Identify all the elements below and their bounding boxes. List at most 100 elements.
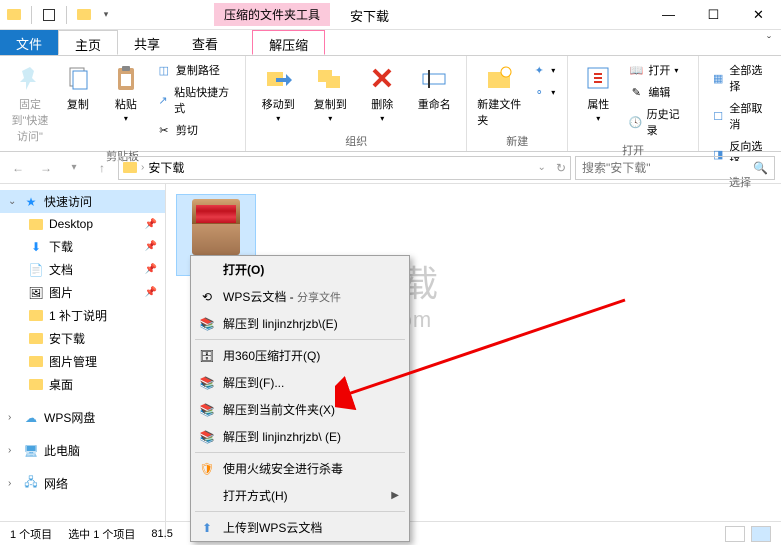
ribbon-tabs: 文件 主页 共享 查看 解压缩 ˇ [0,30,781,56]
cut-button[interactable]: ✂剪切 [152,120,237,140]
sidebar-item-patch[interactable]: 1 补丁说明 [0,304,165,327]
status-size: 81.5 [151,528,172,540]
folder-icon [28,216,44,232]
chevron-down-icon[interactable]: ⌄ [538,162,546,173]
menu-item-upload-wps[interactable]: ⬆上传到WPS云文档 [191,514,409,541]
menu-item-extract-to-1[interactable]: 📚解压到 linjinzhrjzb\(E) [191,310,409,337]
menu-item-extract-here[interactable]: 📚解压到当前文件夹(X) [191,396,409,423]
rename-icon [418,62,450,94]
copy-icon [62,62,94,94]
open-button[interactable]: 📖打开▾ [624,60,690,80]
rename-button[interactable]: 重命名 [410,60,458,114]
sidebar-item-this-pc[interactable]: ›🖥此电脑 [0,439,165,462]
recent-dropdown[interactable]: ▾ [62,156,86,180]
pin-to-quick-access-button[interactable]: 固定到"快速访问" [8,60,52,146]
properties-icon [582,62,614,94]
breadcrumb-segment[interactable]: 安下载 [148,159,184,176]
caret-icon: ⌄ [8,196,18,207]
minimize-button[interactable]: — [646,0,691,30]
forward-button[interactable]: → [34,156,58,180]
menu-item-open-with[interactable]: 打开方式(H)▶ [191,482,409,509]
tab-view[interactable]: 查看 [176,30,234,55]
easy-access-button[interactable]: ⚬▾ [527,82,559,102]
select-all-button[interactable]: ▦全部选择 [707,60,773,96]
menu-separator [195,339,405,340]
view-details-button[interactable] [725,526,745,542]
context-menu: 打开(O) ⟲WPS云文档 - 分享文件 📚解压到 linjinzhrjzb\(… [190,255,410,542]
select-none-button[interactable]: ☐全部取消 [707,98,773,134]
new-folder-button[interactable]: 新建文件夹 [475,60,523,130]
folder-icon [123,162,137,173]
sidebar-item-documents[interactable]: 📄文档📌 [0,258,165,281]
group-label: 组织 [254,131,458,151]
move-to-button[interactable]: 移动到▾ [254,60,302,125]
titlebar: ▾ 压缩的文件夹工具 安下载 — ☐ ✕ [0,0,781,30]
ribbon-group-organize: 移动到▾ 复制到▾ 删除▾ 重命名 组织 [246,56,467,151]
chevron-down-icon: ▾ [596,114,600,123]
close-button[interactable]: ✕ [736,0,781,30]
refresh-icon[interactable]: ↻ [556,161,566,175]
picture-icon: 🖼 [28,285,44,301]
menu-separator [195,511,405,512]
sidebar-item-pic-mgmt[interactable]: 图片管理 [0,350,165,373]
tab-extract[interactable]: 解压缩 [252,30,325,55]
tab-home[interactable]: 主页 [58,30,118,55]
status-item-count: 1 个项目 [10,526,52,542]
copy-to-button[interactable]: 复制到▾ [306,60,354,125]
folder-icon [6,7,22,23]
delete-icon [366,62,398,94]
paste-shortcut-button[interactable]: ↗粘贴快捷方式 [152,82,237,118]
copy-path-button[interactable]: ◫复制路径 [152,60,237,80]
archive-icon: 📚 [199,429,215,445]
sidebar-item-network[interactable]: ›🖧网络 [0,472,165,495]
easy-access-icon: ⚬ [531,84,547,100]
menu-item-open-360[interactable]: 🗄用360压缩打开(Q) [191,342,409,369]
menu-item-huorong[interactable]: 🛡使用火绒安全进行杀毒 [191,455,409,482]
delete-button[interactable]: 删除▾ [358,60,406,125]
open-icon: 📖 [628,62,644,78]
history-button[interactable]: 🕓历史记录 [624,104,690,140]
folder-icon [28,308,44,324]
up-button[interactable]: ↑ [90,156,114,180]
view-large-icons-button[interactable] [751,526,771,542]
ribbon-group-new: 新建文件夹 ✦▾ ⚬▾ 新建 [467,56,568,151]
sidebar-item-quick-access[interactable]: ⌄★快速访问 [0,190,165,213]
ribbon-group-open: 属性▾ 📖打开▾ ✎编辑 🕓历史记录 打开 [568,56,699,151]
tab-share[interactable]: 共享 [118,30,176,55]
select-none-icon: ☐ [711,108,725,124]
checkbox-icon[interactable] [41,7,57,23]
paste-button[interactable]: 粘贴 ▾ [104,60,148,125]
download-icon: ⬇ [28,239,44,255]
menu-item-extract-to-2[interactable]: 📚解压到 linjinzhrjzb\ (E) [191,423,409,450]
sidebar-item-anxz[interactable]: 安下载 [0,327,165,350]
tab-file[interactable]: 文件 [0,30,58,55]
dropdown-icon[interactable]: ▾ [98,7,114,23]
sidebar-item-desktop[interactable]: Desktop📌 [0,213,165,235]
shield-icon: 🛡 [199,461,215,477]
separator [66,6,67,24]
sidebar-item-downloads[interactable]: ⬇下载📌 [0,235,165,258]
sidebar-item-desktop2[interactable]: 桌面 [0,373,165,396]
copy-to-icon [314,62,346,94]
properties-button[interactable]: 属性▾ [576,60,620,125]
menu-item-extract-to-f[interactable]: 📚解压到(F)... [191,369,409,396]
edit-button[interactable]: ✎编辑 [624,82,690,102]
new-item-button[interactable]: ✦▾ [527,60,559,80]
menu-item-open[interactable]: 打开(O) [191,256,409,283]
search-icon[interactable]: 🔍 [753,161,768,175]
window-title: 安下载 [350,6,389,25]
rar-archive-icon [192,199,240,255]
ribbon-expand-button[interactable]: ˇ [757,30,781,55]
sidebar-item-pictures[interactable]: 🖼图片📌 [0,281,165,304]
sidebar-item-wps[interactable]: ›☁WPS网盘 [0,406,165,429]
address-bar[interactable]: › 安下载 ⌄ ↻ [118,156,571,180]
back-button[interactable]: ← [6,156,30,180]
menu-item-wps-cloud[interactable]: ⟲WPS云文档 - 分享文件 [191,283,409,310]
archive-icon: 📚 [199,375,215,391]
copy-button[interactable]: 复制 [56,60,100,114]
maximize-button[interactable]: ☐ [691,0,736,30]
search-box[interactable]: 🔍 [575,156,775,180]
pc-icon: 🖥 [23,443,39,459]
search-input[interactable] [582,161,753,175]
archive-icon: 📚 [199,316,215,332]
